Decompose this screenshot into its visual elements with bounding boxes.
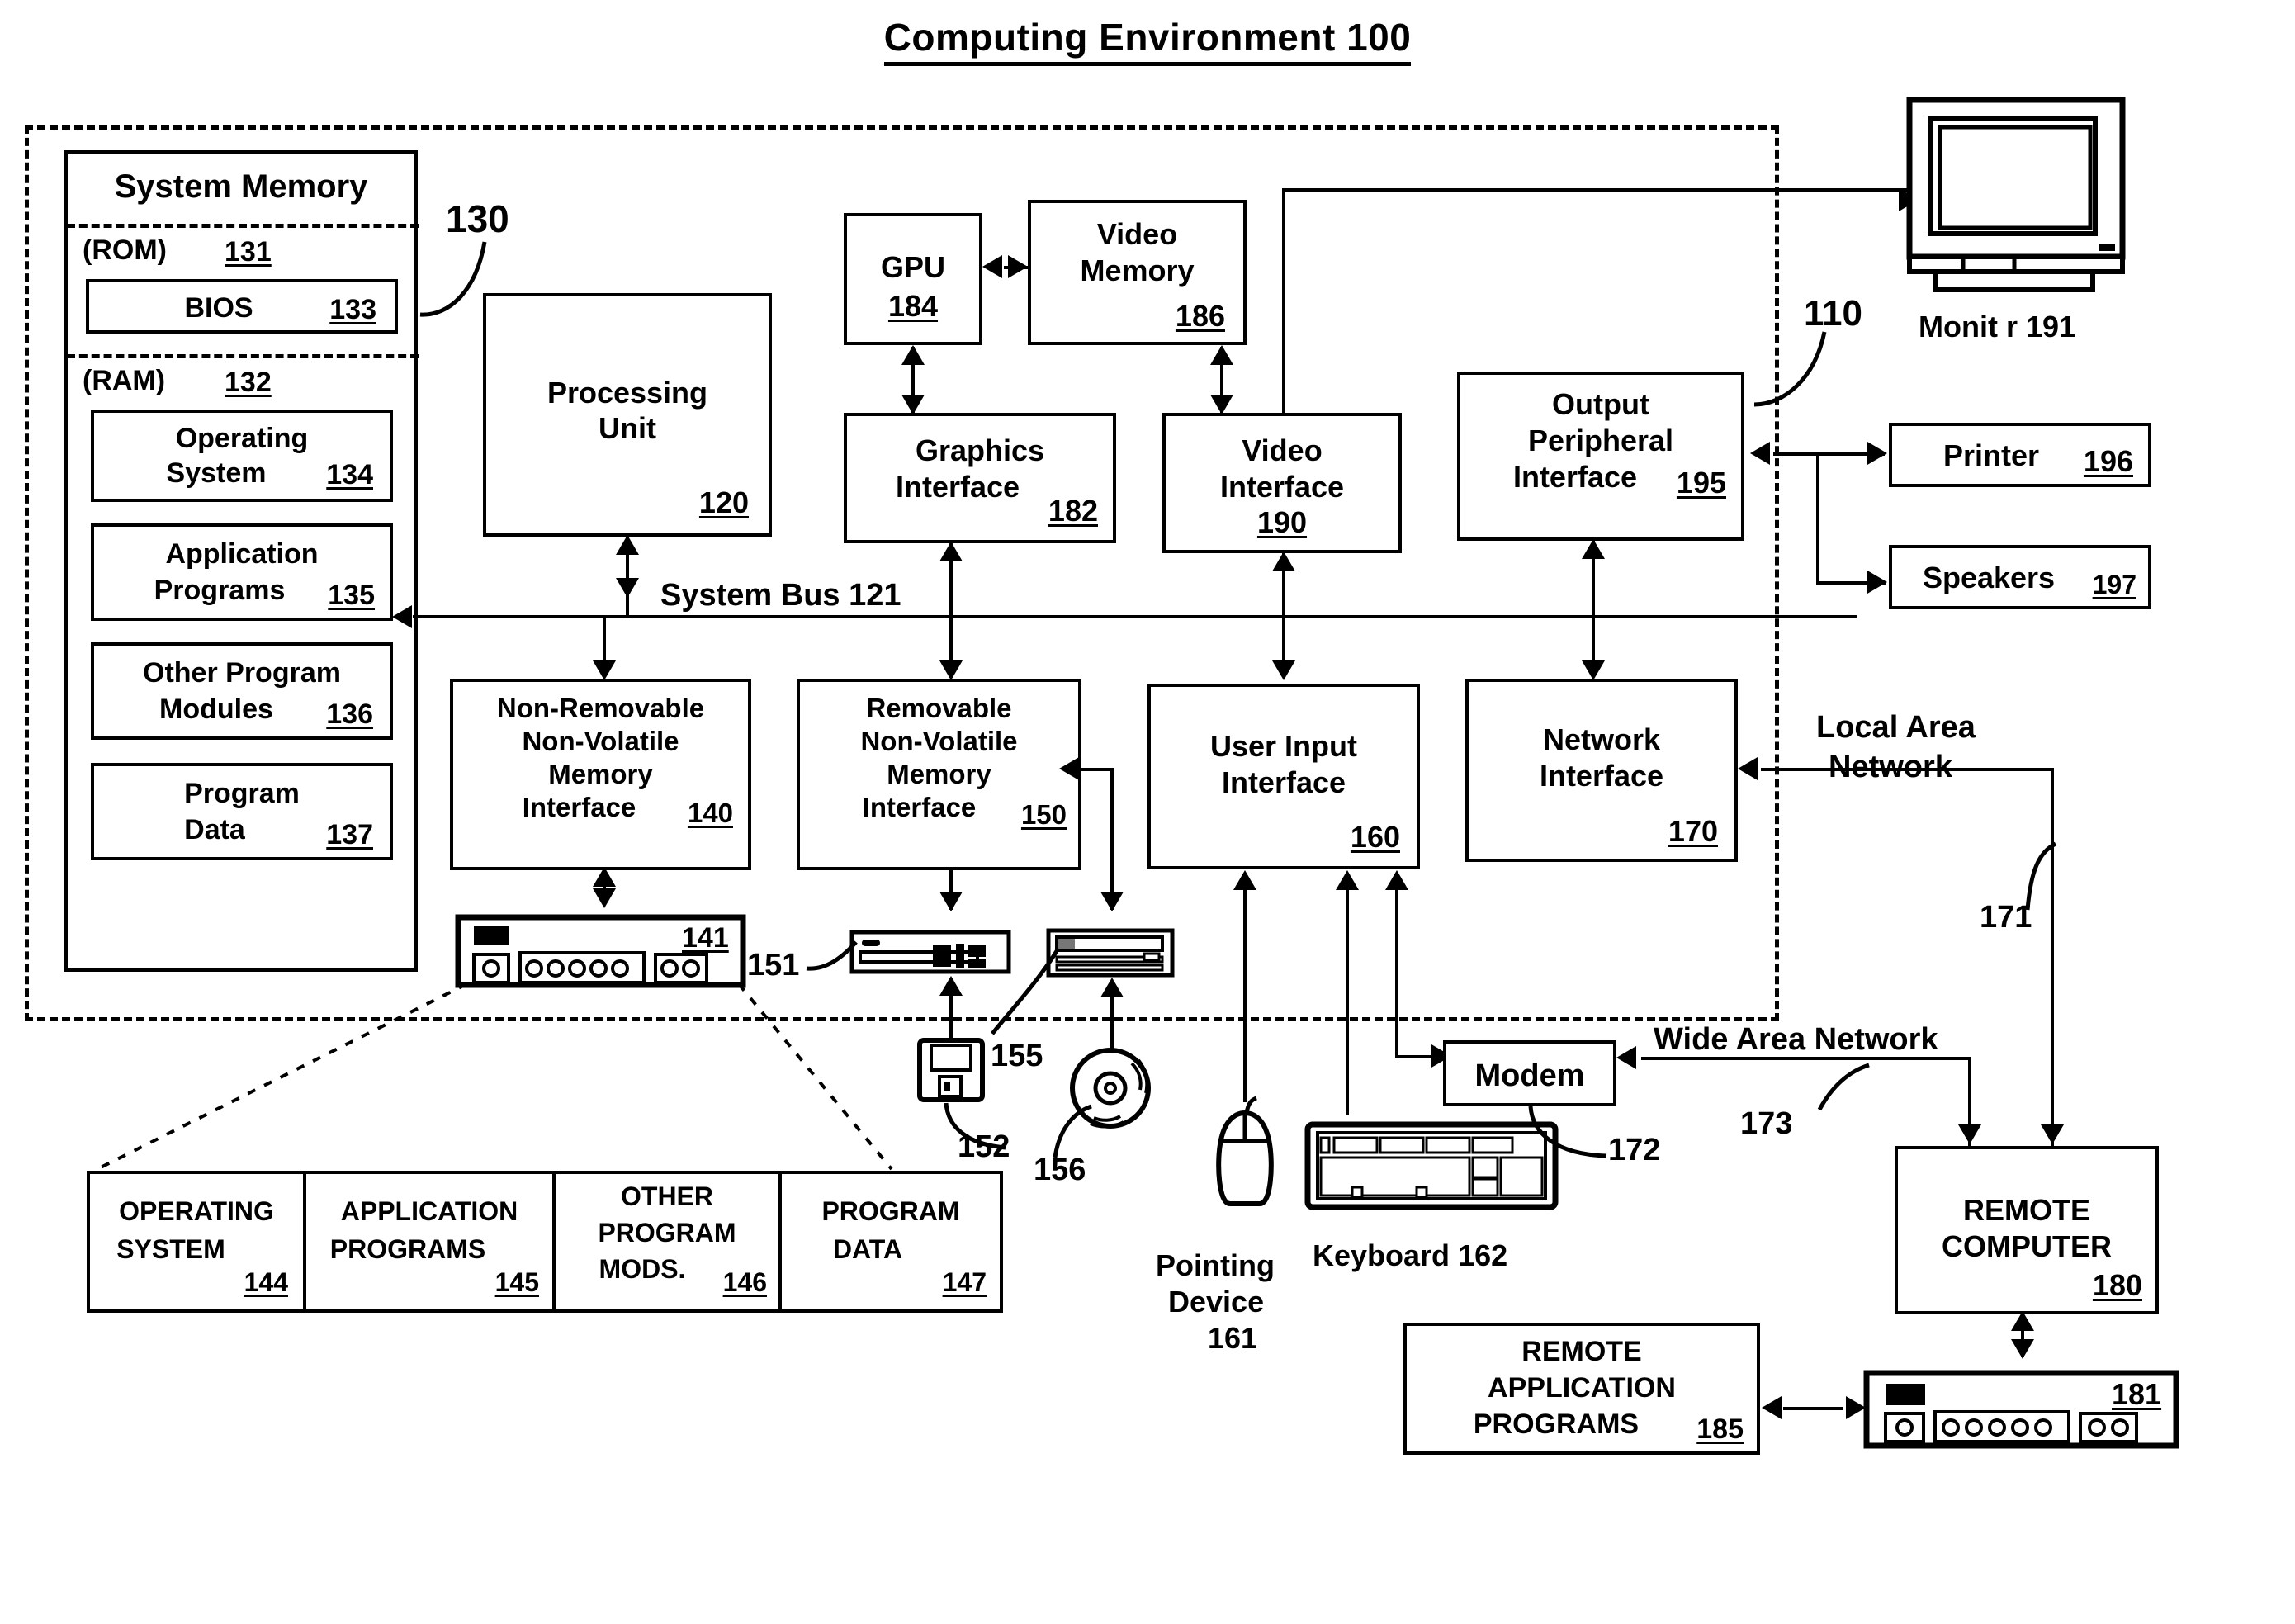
cell-line1: OPERATING <box>119 1196 274 1226</box>
remote-apps-num: 185 <box>1696 1413 1744 1445</box>
patent-figure-canvas: Computing Environment 100 110 System Mem… <box>0 0 2295 1624</box>
link-mouse-userinput <box>1243 875 1247 1102</box>
arrow-right-remotehw <box>1846 1396 1866 1419</box>
wan-label: Wide Area Network <box>1654 1022 1938 1057</box>
storage-table: OPERATING SYSTEM 144 APPLICATION PROGRAM… <box>87 1171 1003 1313</box>
cell-num: 144 <box>244 1267 288 1297</box>
cell-line1: PROGRAM <box>821 1196 960 1226</box>
arrow-up-userinput-keyboard <box>1336 870 1359 890</box>
arrow-up-remotecomputer <box>2011 1311 2034 1331</box>
modem-label: Modem <box>1474 1058 1585 1093</box>
cell-num: 146 <box>722 1267 767 1297</box>
remote-computer-line1: REMOTE <box>1962 1193 2090 1227</box>
remote-computer-line2: COMPUTER <box>1942 1229 2112 1263</box>
remote-application-programs-box: REMOTE APPLICATION PROGRAMS 185 <box>1403 1323 1760 1455</box>
arrow-left-networkinterface <box>1738 757 1758 780</box>
mouse-icon <box>1216 1096 1274 1206</box>
cell-num: 147 <box>942 1267 987 1297</box>
ref-173: 173 <box>1740 1106 1793 1141</box>
arrow-up-userinput-modem <box>1385 870 1408 890</box>
ref-172: 172 <box>1608 1133 1661 1167</box>
lan-line1: Local Area <box>1816 710 1976 745</box>
link-remoteapps-hw <box>1783 1407 1843 1410</box>
remote-apps-line2: APPLICATION <box>1488 1372 1676 1404</box>
pointing-device-num: 161 <box>1208 1321 1258 1355</box>
leader-172 <box>1528 1106 1607 1158</box>
lan-line-vertical <box>2051 768 2054 1148</box>
arrow-down-remotehw <box>2011 1339 2034 1359</box>
link-modem-userinput-v <box>1395 875 1398 1057</box>
storage-table-cell: PROGRAM DATA 147 <box>782 1174 1000 1309</box>
arrow-left-remoteapps <box>1762 1396 1782 1419</box>
cell-line1: OTHER <box>621 1181 713 1211</box>
link-keyboard-userinput <box>1346 875 1349 1115</box>
pointing-device-line1: Pointing <box>1156 1248 1275 1282</box>
modem-box: Modem <box>1443 1040 1616 1106</box>
remote-computer-num: 180 <box>2092 1268 2142 1302</box>
storage-table-cell: APPLICATION PROGRAMS 145 <box>306 1174 556 1309</box>
arrow-down-remotecomputer-lan <box>2041 1124 2064 1144</box>
ref-171: 171 <box>1980 900 2032 935</box>
keyboard-label: Keyboard 162 <box>1313 1238 1508 1272</box>
arrow-left-modem-wan <box>1616 1046 1636 1069</box>
remote-computer-box: REMOTE COMPUTER 180 <box>1895 1146 2159 1314</box>
remote-hw-num: 181 <box>2112 1377 2162 1411</box>
arrow-up-userinput-mouse <box>1233 870 1256 890</box>
cell-line2: DATA <box>832 1234 903 1264</box>
keyboard-icon <box>1304 1121 1559 1210</box>
leader-173 <box>1817 1063 1870 1111</box>
remote-apps-line1: REMOTE <box>1521 1336 1642 1367</box>
lan-line2: Network <box>1829 750 1952 784</box>
arrow-down-remotecomputer-wan <box>1958 1124 1981 1144</box>
cell-line1: APPLICATION <box>340 1196 518 1226</box>
pointing-device-line2: Device <box>1168 1285 1265 1319</box>
